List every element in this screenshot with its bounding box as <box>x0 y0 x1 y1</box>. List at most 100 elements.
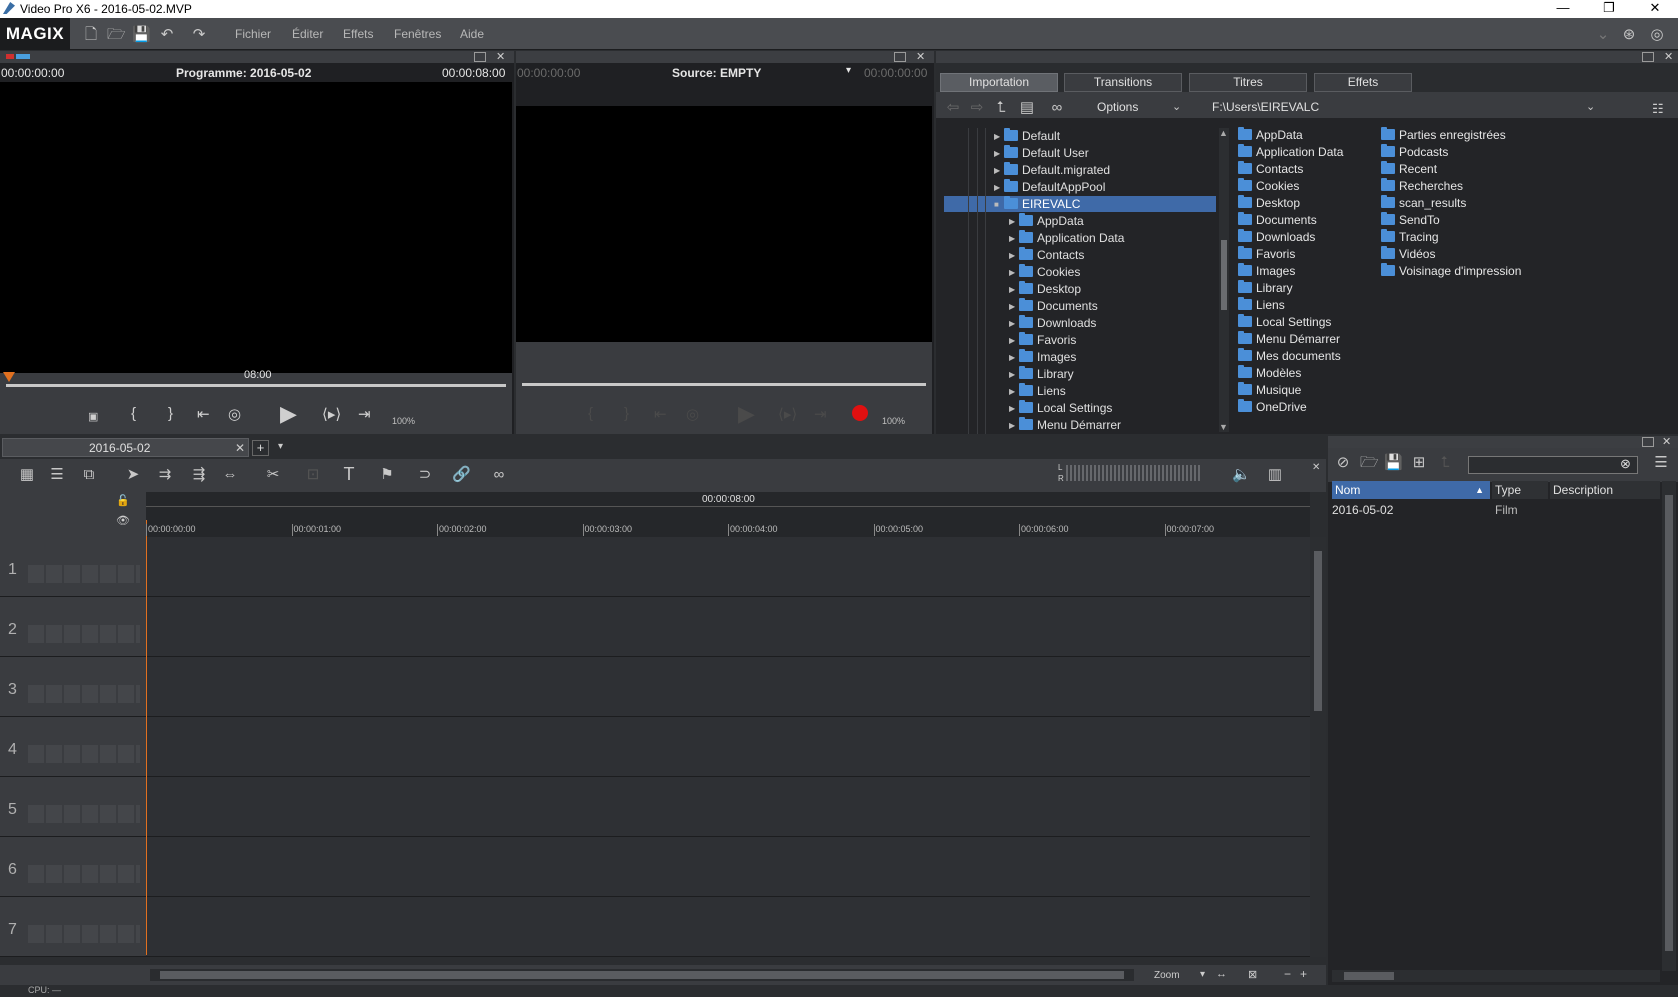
file-item[interactable]: Downloads <box>1238 229 1315 245</box>
up-folder-icon[interactable]: ⮤ <box>1436 454 1454 471</box>
chevron-down-icon[interactable]: ⌄ <box>1594 26 1612 43</box>
maximize-panel-button[interactable] <box>474 52 486 62</box>
file-item[interactable]: Mes documents <box>1238 348 1341 364</box>
column-header-description[interactable]: Description <box>1550 481 1660 499</box>
maximize-panel-button[interactable] <box>894 52 906 62</box>
file-item[interactable]: Menu Démarrer <box>1238 331 1340 347</box>
expand-caret-icon[interactable]: ▶ <box>1009 418 1019 434</box>
fit-width-icon[interactable]: ↔ <box>1216 968 1227 980</box>
expand-caret-icon[interactable]: ▶ <box>994 163 1004 179</box>
mark-out-button[interactable]: } <box>168 405 173 422</box>
project-horizontal-scrollbar[interactable] <box>1332 970 1660 982</box>
play-button[interactable]: ▶ <box>280 401 297 427</box>
lock-icon[interactable]: 🔓 <box>116 494 130 507</box>
razor-tool-icon[interactable]: ✂ <box>264 466 282 483</box>
file-item[interactable]: Documents <box>1238 212 1317 228</box>
zoom-dropdown-arrow-icon[interactable]: ▾ <box>1200 969 1205 980</box>
open-folder-icon[interactable]: 🗁 <box>107 26 126 43</box>
program-scrubber[interactable] <box>6 384 506 387</box>
track-header[interactable]: 1 <box>0 537 146 596</box>
chevron-down-icon[interactable]: ⌄ <box>1172 100 1181 113</box>
expand-caret-icon[interactable]: ▶ <box>1009 265 1019 281</box>
source-dropdown-icon[interactable]: ▾ <box>846 65 851 76</box>
no-entry-icon[interactable]: ⊘ <box>1334 454 1352 471</box>
options-dropdown[interactable]: Options <box>1097 100 1138 114</box>
file-item[interactable]: Vidéos <box>1381 246 1435 262</box>
file-item[interactable]: Liens <box>1238 297 1285 313</box>
tab-titres[interactable]: Titres <box>1189 73 1307 92</box>
visibility-eye-icon[interactable]: 👁 <box>116 514 130 527</box>
file-item[interactable]: SendTo <box>1381 212 1440 228</box>
expand-caret-icon[interactable]: ▶ <box>1009 333 1019 349</box>
close-timeline-icon[interactable]: ✕ <box>1312 462 1320 473</box>
tab-importation[interactable]: Importation <box>940 73 1058 92</box>
track-header[interactable]: 2 <box>0 597 146 656</box>
file-item[interactable]: Images <box>1238 263 1295 279</box>
stretch-tool-icon[interactable]: ⇔ <box>221 466 239 483</box>
back-arrow-icon[interactable]: ⇦ <box>944 99 962 116</box>
source-play-range-icon[interactable]: ⟨▸⟩ <box>778 405 797 423</box>
file-item[interactable]: scan_results <box>1381 195 1466 211</box>
current-path[interactable]: F:\Users\EIREVALC <box>1212 100 1319 114</box>
expand-caret-icon[interactable]: ▶ <box>994 129 1004 145</box>
track-header[interactable]: 6 <box>0 837 146 896</box>
mixer-icon[interactable]: ▥ <box>1266 466 1284 483</box>
track-header[interactable]: 3 <box>0 657 146 716</box>
track-controls[interactable] <box>28 745 140 763</box>
expand-caret-icon[interactable]: ▶ <box>994 180 1004 196</box>
project-search-input[interactable] <box>1468 456 1638 474</box>
track-lane[interactable] <box>146 537 1310 596</box>
text-tool-icon[interactable]: T <box>340 465 358 483</box>
expand-caret-icon[interactable]: ▶ <box>1009 367 1019 383</box>
scroll-up-icon[interactable]: ▲ <box>1219 128 1228 138</box>
path-dropdown-icon[interactable]: ⌄ <box>1586 100 1595 113</box>
track-lane[interactable] <box>146 597 1310 656</box>
source-mark-out-button[interactable]: } <box>624 405 629 422</box>
play-loop-icon[interactable]: ◎ <box>228 405 241 423</box>
column-header-type[interactable]: Type <box>1492 481 1548 499</box>
play-range-icon[interactable]: ⟨▸⟩ <box>322 405 341 423</box>
expand-caret-icon[interactable]: ▶ <box>1009 282 1019 298</box>
source-mark-in-button[interactable]: { <box>588 405 593 422</box>
project-row-name[interactable]: 2016-05-02 <box>1332 503 1393 517</box>
minimize-button[interactable]: — <box>1540 0 1586 18</box>
file-item[interactable]: Application Data <box>1238 144 1343 160</box>
save-icon[interactable]: 💾 <box>1384 454 1403 471</box>
track-header[interactable]: 7 <box>0 897 146 956</box>
source-loop-icon[interactable]: ◎ <box>686 405 699 423</box>
record-button[interactable] <box>852 405 868 421</box>
timeline-vscroll-thumb[interactable] <box>1314 551 1322 711</box>
file-item[interactable]: Favoris <box>1238 246 1295 262</box>
forward-arrow-icon[interactable]: ⇨ <box>968 99 986 116</box>
range-tool-icon[interactable]: ⇉ <box>156 466 174 483</box>
output-menu-icon[interactable]: ▣ <box>88 410 98 423</box>
trim-tool-icon[interactable]: ⊡ <box>304 466 322 483</box>
maximize-panel-button[interactable] <box>1642 437 1654 447</box>
menu-effets[interactable]: Effets <box>343 27 373 41</box>
project-hscroll-thumb[interactable] <box>1344 972 1394 980</box>
fit-project-icon[interactable]: ⊠ <box>1248 968 1257 981</box>
close-panel-icon[interactable]: ✕ <box>916 52 925 63</box>
timeline-horizontal-scrollbar[interactable] <box>150 969 1134 981</box>
zoom-out-icon[interactable]: − <box>1284 967 1291 981</box>
expand-caret-icon[interactable]: ▶ <box>1009 401 1019 417</box>
track-header[interactable]: 4 <box>0 717 146 776</box>
new-file-icon[interactable]: 🗋 <box>82 26 100 43</box>
marker-flag-icon[interactable]: ⚑ <box>378 466 396 483</box>
file-item[interactable]: Desktop <box>1238 195 1300 211</box>
unlink-icon[interactable]: ∞ <box>490 466 508 483</box>
go-to-end-icon[interactable]: ⇥ <box>358 405 371 423</box>
menu-fichier[interactable]: Fichier <box>235 27 271 41</box>
expand-caret-icon[interactable]: ▶ <box>1009 299 1019 315</box>
open-folder-icon[interactable]: 🗁 <box>1360 454 1379 471</box>
close-window-button[interactable]: ✕ <box>1632 0 1678 18</box>
scene-overview-icon[interactable]: ☰ <box>48 466 66 483</box>
undo-icon[interactable]: ↶ <box>158 26 176 43</box>
redo-icon[interactable]: ↷ <box>190 26 208 43</box>
tabs-dropdown-icon[interactable]: ▾ <box>278 441 283 452</box>
source-go-to-start-icon[interactable]: ⇤ <box>654 405 667 423</box>
expand-caret-icon[interactable]: ■ <box>994 197 1004 213</box>
track-controls[interactable] <box>28 865 140 883</box>
file-item[interactable]: Tracing <box>1381 229 1439 245</box>
save-icon[interactable]: 💾 <box>132 26 151 43</box>
